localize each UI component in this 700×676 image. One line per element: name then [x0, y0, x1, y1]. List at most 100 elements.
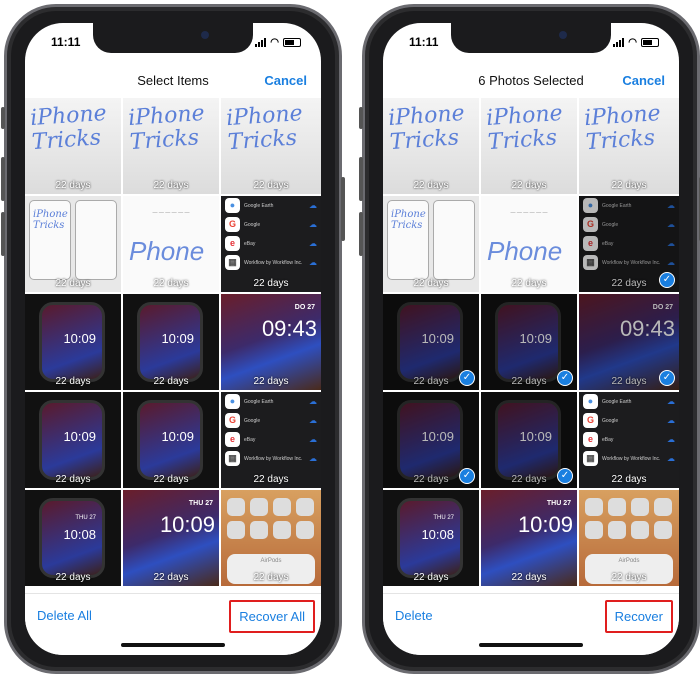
app-name: Google Earth [602, 202, 632, 209]
photo-thumbnail[interactable]: iPhone Tricks 22 days [481, 98, 577, 194]
checkmark-icon: ✓ [659, 272, 675, 288]
watch-time: 10:09 [63, 429, 96, 444]
cloud-download-icon: ☁ [667, 239, 675, 248]
screenshot-thumb: iPhone Tricks [387, 200, 429, 280]
watch-date: THU 27 [433, 515, 454, 521]
app-row: ▦ Workflow by Workflow Inc. ☁ [579, 449, 679, 468]
photo-thumbnail[interactable]: 10:09 22 days [123, 294, 219, 390]
app-name: Workflow by Workflow Inc. [244, 455, 303, 462]
watch-time: 10:08 [421, 527, 454, 542]
app-row: ▦ Workflow by Workflow Inc. ☁ [221, 449, 321, 468]
photo-thumbnail[interactable]: iPhone Tricks 22 days [579, 98, 679, 194]
screen: 11:11 ◠ 6 Photos Selected Cancel iPhone Tric… [383, 23, 679, 655]
notch [451, 23, 611, 53]
cloud-download-icon: ☁ [309, 201, 317, 210]
recover-button[interactable]: Recover [604, 600, 673, 633]
delete-button[interactable]: Delete [395, 608, 433, 623]
app-icon: ▦ [583, 451, 598, 466]
photo-thumbnail[interactable]: iPhone Tricks 22 days [221, 98, 321, 194]
days-remaining: 22 days [153, 278, 189, 289]
days-remaining: 22 days [153, 376, 189, 387]
app-icon: G [583, 413, 598, 428]
photo-thumbnail[interactable]: ● Google Earth ☁ G Google ☁ e eBay ☁ ▦ Workflow by… [221, 196, 321, 292]
cloud-download-icon: ☁ [309, 435, 317, 444]
photo-thumbnail[interactable]: 10:09 22 days ✓ [383, 294, 479, 390]
watch-face: 10:09 [397, 302, 463, 382]
photo-thumbnail[interactable]: 10:08 THU 27 22 days [25, 490, 121, 586]
page-text: — — — — — — [510, 210, 548, 216]
photo-thumbnail[interactable]: — — — — — — Phone 22 days [123, 196, 219, 292]
app-icon: G [225, 413, 240, 428]
photo-thumbnail[interactable]: AirPods 22 days [579, 490, 679, 586]
photo-thumbnail[interactable]: iPhone Tricks 22 days [383, 98, 479, 194]
app-icon: e [225, 236, 240, 251]
app-icon: ● [225, 394, 240, 409]
camera [559, 31, 567, 39]
photo-time: 09:43 [261, 316, 317, 341]
wifi-icon: ◠ [628, 37, 637, 48]
days-remaining: 22 days [253, 180, 289, 191]
days-remaining: 22 days [153, 180, 189, 191]
photo-thumbnail[interactable]: 10:09 22 days [25, 392, 121, 488]
photo-thumbnail[interactable]: 10:09 22 days [123, 392, 219, 488]
app-name: Google [244, 221, 261, 228]
recover-button[interactable]: Recover All [229, 600, 315, 633]
checkmark-icon: ✓ [459, 468, 475, 484]
app-icons [221, 490, 321, 547]
photo-thumbnail[interactable]: DO 27 09:43 22 days [221, 294, 321, 390]
notch [93, 23, 253, 53]
home-indicator [121, 643, 225, 647]
photo-thumbnail[interactable]: 10:08 THU 27 22 days [383, 490, 479, 586]
watch-face: 10:08 THU 27 [397, 498, 463, 578]
app-row: ● Google Earth ☁ [579, 392, 679, 411]
photo-date: DO 27 [652, 304, 673, 311]
cloud-download-icon: ☁ [667, 435, 675, 444]
camera [201, 31, 209, 39]
photo-thumbnail[interactable]: 10:09 22 days ✓ [383, 392, 479, 488]
app-icon: G [583, 217, 598, 232]
app-row: G Google ☁ [579, 215, 679, 234]
watch-face: 10:09 [495, 302, 561, 382]
watch-time: 10:09 [421, 429, 454, 444]
watch-time: 10:08 [63, 527, 96, 542]
delete-button[interactable]: Delete All [37, 608, 92, 623]
app-icon: e [583, 432, 598, 447]
app-row: e eBay ☁ [579, 430, 679, 449]
photo-thumbnail[interactable]: AirPods 22 days [221, 490, 321, 586]
photo-thumbnail[interactable]: THU 27 10:09 22 days [123, 490, 219, 586]
cloud-download-icon: ☁ [309, 220, 317, 229]
photo-thumbnail[interactable]: iPhone Tricks 22 days [25, 196, 121, 292]
side-button [341, 177, 345, 241]
days-remaining: 22 days [511, 572, 547, 583]
handwriting: iPhone Tricks [225, 101, 304, 156]
photo-thumbnail[interactable]: ● Google Earth ☁ G Google ☁ e eBay ☁ ▦ Workflow by… [579, 196, 679, 292]
cancel-button[interactable]: Cancel [622, 73, 665, 88]
watch-time: 10:09 [161, 331, 194, 346]
photo-thumbnail[interactable]: 10:09 22 days ✓ [481, 392, 577, 488]
app-icon: ▦ [583, 255, 598, 270]
photo-thumbnail[interactable]: iPhone Tricks 22 days [123, 98, 219, 194]
photo-thumbnail[interactable]: 10:09 22 days ✓ [481, 294, 577, 390]
cloud-download-icon: ☁ [309, 416, 317, 425]
photo-thumbnail[interactable]: ● Google Earth ☁ G Google ☁ e eBay ☁ ▦ Workflow by… [221, 392, 321, 488]
app-icon: ● [583, 198, 598, 213]
photo-thumbnail[interactable]: — — — — — — Phone 22 days [481, 196, 577, 292]
checkmark-icon: ✓ [557, 370, 573, 386]
app-name: eBay [602, 240, 614, 247]
app-row: G Google ☁ [221, 411, 321, 430]
photo-thumbnail[interactable]: DO 27 09:43 22 days ✓ [579, 294, 679, 390]
watch-face: 10:09 [495, 400, 561, 480]
battery-icon [641, 38, 659, 47]
days-remaining: 22 days [55, 180, 91, 191]
photo-thumbnail[interactable]: iPhone Tricks 22 days [383, 196, 479, 292]
app-icon: ● [225, 198, 240, 213]
photo-thumbnail[interactable]: 10:09 22 days [25, 294, 121, 390]
photo-thumbnail[interactable]: ● Google Earth ☁ G Google ☁ e eBay ☁ ▦ Workflow by… [579, 392, 679, 488]
app-name: Google [602, 417, 619, 424]
app-icon: e [583, 236, 598, 251]
cancel-button[interactable]: Cancel [264, 73, 307, 88]
photo-thumbnail[interactable]: THU 27 10:09 22 days [481, 490, 577, 586]
photo-thumbnail[interactable]: iPhone Tricks 22 days [25, 98, 121, 194]
cloud-download-icon: ☁ [309, 397, 317, 406]
handwriting: iPhone Tricks [127, 100, 206, 156]
